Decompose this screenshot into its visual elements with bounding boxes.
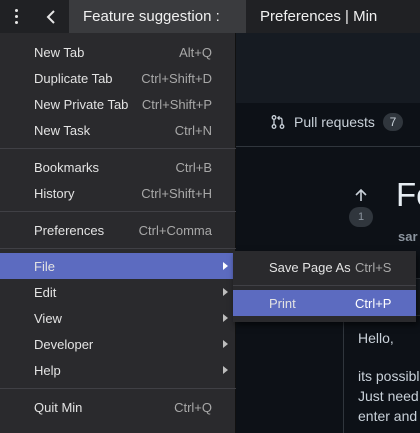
pull-requests-count: 7 [382, 113, 403, 131]
menu-item-shortcut: Ctrl+Shift+H [141, 185, 212, 201]
comment-line: Just need [358, 388, 419, 404]
menu-item-history[interactable]: History Ctrl+Shift+H [0, 180, 236, 206]
author-name[interactable]: sar [398, 229, 418, 244]
menu-item-file[interactable]: File [0, 253, 236, 279]
tab-feature-suggestion[interactable]: Feature suggestion : [69, 0, 246, 33]
menu-item-label: Preferences [34, 222, 105, 238]
menu-item-label: File [34, 258, 55, 274]
upvote-count: 1 [349, 207, 373, 227]
menu-item-label: View [34, 310, 62, 326]
comment-line: Hello, [358, 330, 394, 346]
discussion-title: Fe [396, 176, 420, 213]
page-header [236, 33, 420, 103]
menu-item-quit[interactable]: Quit Min Ctrl+Q [0, 394, 236, 420]
menu-item-new-task[interactable]: New Task Ctrl+N [0, 117, 236, 143]
menu-item-label: Help [34, 362, 61, 378]
submenu-item-label: Save Page As [269, 259, 351, 275]
tab-bar: Feature suggestion : Preferences | Min [0, 0, 420, 33]
menu-item-edit[interactable]: Edit [0, 279, 236, 305]
menu-item-label: Quit Min [34, 399, 83, 415]
menu-item-view[interactable]: View [0, 305, 236, 331]
menu-item-label: History [34, 185, 75, 201]
menu-item-shortcut: Alt+Q [179, 44, 212, 60]
menu-item-label: Duplicate Tab [34, 70, 113, 86]
comment-line: its possibl [358, 368, 420, 384]
file-submenu: Save Page As Ctrl+S Print Ctrl+P [233, 251, 416, 322]
submenu-arrow-icon [223, 366, 228, 374]
menu-item-developer[interactable]: Developer [0, 331, 236, 357]
menu-item-duplicate-tab[interactable]: Duplicate Tab Ctrl+Shift+D [0, 65, 236, 91]
comment-line: enter and [358, 408, 418, 424]
submenu-arrow-icon [223, 288, 228, 296]
menu-item-label: New Private Tab [34, 96, 129, 112]
menu-item-label: New Task [34, 122, 91, 138]
menu-item-label: Developer [34, 336, 94, 352]
menu-separator [0, 211, 236, 212]
submenu-item-save-page-as[interactable]: Save Page As Ctrl+S [233, 254, 416, 280]
menu-item-new-private-tab[interactable]: New Private Tab Ctrl+Shift+P [0, 91, 236, 117]
pull-request-icon [271, 115, 285, 129]
menu-separator [0, 388, 236, 389]
menu-item-shortcut: Ctrl+Shift+D [141, 70, 212, 86]
menu-item-shortcut: Ctrl+Shift+P [141, 96, 212, 112]
menu-item-help[interactable]: Help [0, 357, 236, 383]
menu-separator [233, 285, 416, 286]
menu-separator [0, 248, 236, 249]
menu-item-shortcut: Ctrl+Comma [138, 222, 212, 238]
menu-item-label: Edit [34, 284, 57, 300]
app-menu: New Tab Alt+Q Duplicate Tab Ctrl+Shift+D… [0, 33, 236, 433]
menu-item-shortcut: Ctrl+B [175, 159, 212, 175]
menu-item-shortcut: Ctrl+N [174, 122, 212, 138]
submenu-item-label: Print [269, 295, 296, 311]
submenu-item-print[interactable]: Print Ctrl+P [233, 290, 416, 316]
menu-item-preferences[interactable]: Preferences Ctrl+Comma [0, 217, 236, 243]
submenu-arrow-icon [223, 340, 228, 348]
menu-separator [0, 148, 236, 149]
tab-preferences[interactable]: Preferences | Min [246, 0, 420, 33]
menu-item-label: Bookmarks [34, 159, 100, 175]
pull-requests-label: Pull requests [294, 114, 375, 130]
submenu-arrow-icon [223, 314, 228, 322]
upvote-arrow-icon[interactable] [352, 186, 370, 204]
pull-requests-tab[interactable]: Pull requests 7 [270, 109, 403, 135]
menu-item-label: New Tab [34, 44, 85, 60]
chevron-left-icon [46, 9, 55, 24]
back-button[interactable] [33, 0, 69, 33]
submenu-item-shortcut: Ctrl+S [355, 259, 392, 275]
menu-item-new-tab[interactable]: New Tab Alt+Q [0, 39, 236, 65]
submenu-item-shortcut: Ctrl+P [355, 295, 392, 311]
menu-button[interactable] [0, 0, 33, 33]
menu-item-shortcut: Ctrl+Q [174, 399, 212, 415]
more-vertical-icon [15, 9, 18, 24]
submenu-arrow-icon [223, 262, 228, 270]
menu-item-bookmarks[interactable]: Bookmarks Ctrl+B [0, 154, 236, 180]
